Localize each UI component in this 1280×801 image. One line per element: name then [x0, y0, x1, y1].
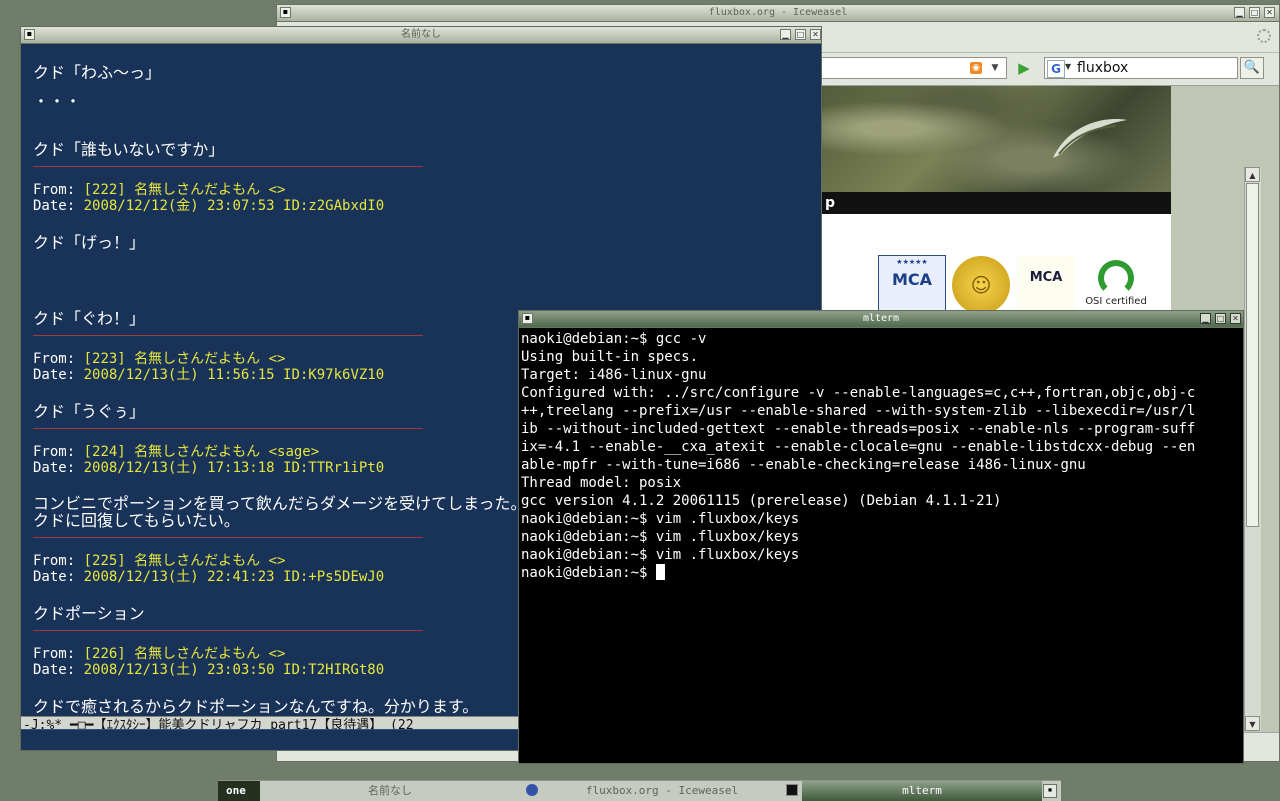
terminal-line: gcc version 4.1.2 20061115 (prerelease) …	[521, 493, 1002, 509]
terminal-line: ib --without-included-gettext --enable-t…	[521, 421, 1196, 437]
close-icon[interactable]: ✕	[1230, 313, 1241, 324]
minimize-icon[interactable]: ▁	[1200, 313, 1211, 324]
tray-icon[interactable]: ▪	[1043, 784, 1057, 798]
mca-award-badge[interactable]: ★★★★★ MCA	[878, 255, 946, 311]
terminal-titlebar[interactable]: ▪ mlterm ▁ □ ✕	[519, 311, 1243, 328]
post-body-line: クド「ぐわ！」	[33, 309, 146, 328]
maximize-icon[interactable]: □	[1249, 7, 1260, 18]
terminal-line: naoki@debian:~$ vim .fluxbox/keys	[521, 529, 800, 545]
vertical-scrollbar[interactable]: ▲ ▼	[1244, 167, 1261, 731]
post-body-line: クドポーション	[33, 604, 145, 623]
terminal-prompt: naoki@debian:~$	[521, 565, 656, 581]
gold-medal-badge[interactable]: ☺	[952, 256, 1010, 314]
post-body-line: クドに回復してもらいたい。	[33, 511, 240, 530]
search-icon[interactable]: 🔍	[1240, 57, 1264, 79]
post-body-line: クド「げっ！」	[33, 233, 146, 252]
throbber-icon	[1257, 29, 1271, 43]
post-date: Date: 2008/12/13(土) 22:41:23 ID:+Ps5DEwJ…	[33, 569, 385, 585]
url-bar[interactable]: ◉ ▼	[807, 57, 1007, 79]
terminal-line: naoki@debian:~$ gcc -v	[521, 331, 707, 347]
terminal-line: naoki@debian:~$ vim .fluxbox/keys	[521, 547, 800, 563]
viewer-title: 名前なし	[401, 29, 441, 40]
text-line: クド「誰もいないですか」	[33, 140, 225, 159]
terminal-line: Target: i486-linux-gnu	[521, 367, 707, 383]
post-separator	[33, 537, 423, 538]
post-date: Date: 2008/12/12(金) 23:07:53 ID:z2GAbxdI…	[33, 198, 385, 214]
scroll-thumb[interactable]	[1246, 183, 1259, 527]
osi-logo-icon	[1098, 260, 1134, 296]
browser-titlebar[interactable]: ▪ fluxbox.org - Iceweasel ▁ □ ✕	[277, 5, 1279, 22]
text-line: クド「わふ〜っ」	[33, 63, 162, 82]
osi-certified-badge[interactable]: OSI certified	[1081, 260, 1151, 310]
workspace-label[interactable]: one	[218, 781, 260, 801]
terminal-title: mlterm	[862, 313, 900, 324]
post-from: From: [223] 名無しさんだよもん <>	[33, 351, 286, 367]
terminal-line: naoki@debian:~$ vim .fluxbox/keys	[521, 511, 800, 527]
browser-title: fluxbox.org - Iceweasel	[708, 7, 848, 18]
scroll-up-icon[interactable]: ▲	[1245, 167, 1260, 182]
post-date: Date: 2008/12/13(土) 11:56:15 ID:K97k6VZ1…	[33, 367, 385, 383]
post-date: Date: 2008/12/13(土) 17:13:18 ID:TTRr1iPt…	[33, 460, 385, 476]
task-viewer[interactable]: 名前なし	[262, 781, 518, 801]
close-icon[interactable]: ✕	[810, 29, 821, 40]
task-browser[interactable]: fluxbox.org - Iceweasel	[542, 781, 782, 801]
post-separator	[33, 335, 423, 336]
terminal-cursor	[655, 564, 665, 580]
terminal-window[interactable]: ▪ mlterm ▁ □ ✕ naoki@debian:~$ gcc -v Us…	[518, 310, 1244, 764]
terminal-body[interactable]: naoki@debian:~$ gcc -v Using built-in sp…	[521, 328, 1241, 761]
iceweasel-icon	[526, 784, 538, 796]
terminal-line: Thread model: posix	[521, 475, 682, 491]
terminal-line: Configured with: ../src/configure -v --e…	[521, 385, 1196, 401]
text-line: ・・・	[33, 92, 82, 111]
post-body-line: クドで癒されるからクドポーションなんですね。分かります。	[33, 697, 479, 716]
post-separator	[33, 630, 423, 631]
post-from: From: [225] 名無しさんだよもん <>	[33, 553, 286, 569]
search-box[interactable]: G ▼ fluxbox	[1044, 57, 1238, 79]
chevron-down-icon[interactable]: ▼	[988, 61, 1002, 75]
go-arrow-icon[interactable]: ▶	[1013, 57, 1035, 79]
post-separator	[33, 166, 423, 167]
maximize-icon[interactable]: □	[1215, 313, 1226, 324]
minimize-icon[interactable]: ▁	[1234, 7, 1245, 18]
terminal-prompt-line[interactable]: naoki@debian:~$	[521, 564, 665, 582]
task-terminal[interactable]: mlterm	[802, 781, 1042, 801]
scroll-down-icon[interactable]: ▼	[1245, 716, 1260, 731]
post-date: Date: 2008/12/13(土) 23:03:50 ID:T2HIRGt8…	[33, 662, 385, 678]
post-body-line: クド「うぐぅ」	[33, 402, 146, 421]
osi-label: OSI certified	[1085, 296, 1147, 307]
close-icon[interactable]: ✕	[1264, 7, 1275, 18]
rss-icon[interactable]: ◉	[970, 62, 982, 74]
post-separator	[33, 428, 423, 429]
terminal-line: able-mpfr --with-tune=i686 --enable-chec…	[521, 457, 1086, 473]
minimize-icon[interactable]: ▁	[780, 29, 791, 40]
viewer-titlebar[interactable]: ▪ 名前なし ▁ □ ✕	[21, 27, 821, 44]
post-from: From: [226] 名無しさんだよもん <>	[33, 646, 286, 662]
search-engine-icon[interactable]: G	[1047, 60, 1065, 78]
search-input[interactable]: fluxbox	[1077, 60, 1128, 76]
terminal-icon	[786, 784, 798, 796]
page-section-bar: p	[821, 192, 1171, 214]
post-from: From: [222] 名無しさんだよもん <>	[33, 182, 286, 198]
terminal-line: ix=-4.1 --enable-__cxa_atexit --enable-c…	[521, 439, 1196, 455]
terminal-line: ++,treelang --prefix=/usr --enable-share…	[521, 403, 1196, 419]
taskbar: one 名前なし fluxbox.org - Iceweasel mlterm …	[218, 780, 1061, 801]
maximize-icon[interactable]: □	[795, 29, 806, 40]
mca-2004-badge[interactable]: MCA	[1017, 256, 1075, 310]
terminal-line: Using built-in specs.	[521, 349, 699, 365]
post-from: From: [224] 名無しさんだよもん <sage>	[33, 444, 320, 460]
fluxbox-logo-icon	[1053, 119, 1127, 158]
search-engine-dropdown-icon[interactable]: ▼	[1065, 62, 1071, 71]
